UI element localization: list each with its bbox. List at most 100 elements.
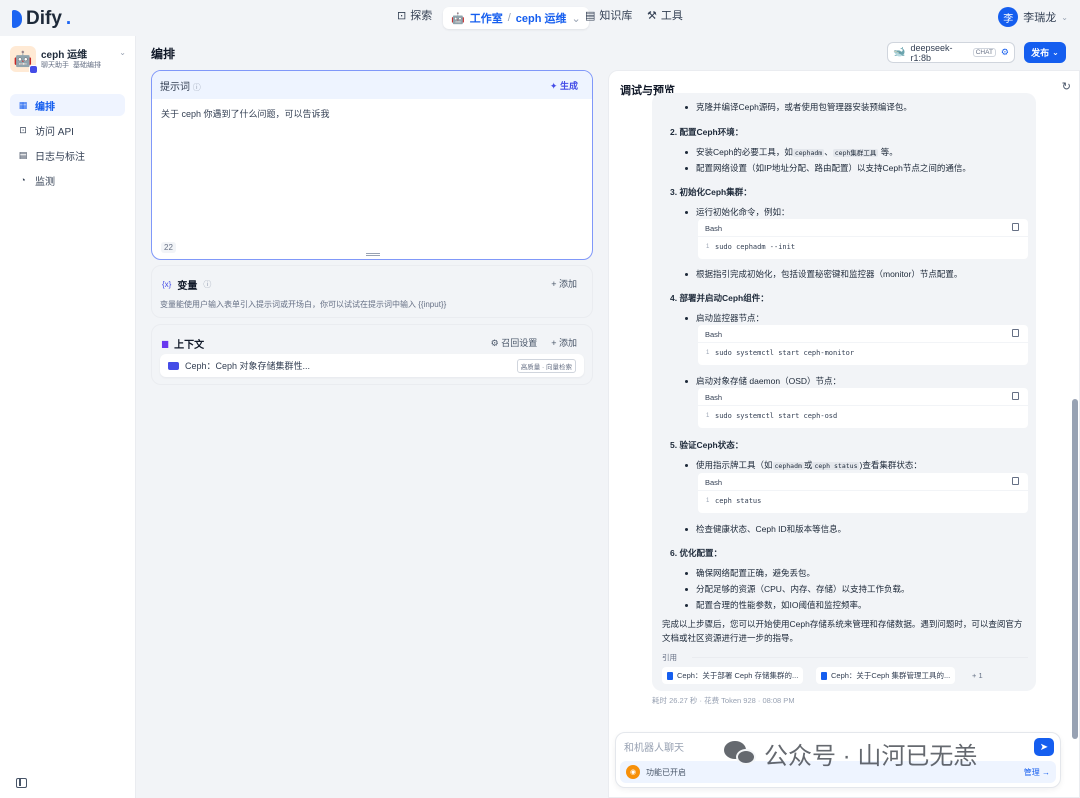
answer-line: 使用指示牌工具（如 cephadm 或 ceph status)查看集群状态： bbox=[696, 460, 922, 470]
sidebar-item-label: 日志与标注 bbox=[35, 151, 85, 163]
nav-explore[interactable]: ⊡ 探索 bbox=[397, 7, 432, 23]
answer-heading: 6. 优化配置： bbox=[670, 548, 722, 558]
manage-link[interactable]: 管理 → bbox=[1024, 767, 1050, 778]
brand-dot: . bbox=[65, 8, 72, 29]
model-mode-badge: CHAT bbox=[972, 48, 996, 57]
answer-heading: 4. 部署并启动Ceph组件： bbox=[670, 293, 769, 303]
user-name: 李瑞龙 bbox=[1023, 12, 1057, 24]
copy-icon[interactable] bbox=[1012, 329, 1019, 337]
sidebar-item-label: 访问 API bbox=[35, 126, 74, 138]
dataset-name: Ceph：Ceph 对象存储集群性... bbox=[185, 361, 311, 371]
answer-line: 根据指引完成初始化，包括设置秘密键和监控器（monitor）节点配置。 bbox=[696, 269, 963, 279]
add-label: 添加 bbox=[558, 338, 577, 348]
sparkle-icon: ✦ bbox=[549, 80, 558, 91]
app-info[interactable]: 🤖 ceph 运维 聊天助手 基础编排 ⌄ bbox=[10, 44, 128, 74]
answer-line: 安装Ceph的必要工具，如 cephadm、 ceph集群工具 等。 bbox=[696, 147, 898, 157]
citation-item[interactable]: Ceph：关于Ceph 集群管理工具的... bbox=[816, 667, 956, 684]
hammer-icon: ⚒ bbox=[647, 9, 657, 22]
code-text: sudo cephadm --init bbox=[715, 243, 796, 251]
copy-icon[interactable] bbox=[1012, 477, 1019, 485]
sidebar-item-label: 编排 bbox=[35, 101, 55, 113]
context-section: ▆ 上下文 ⚙ 召回设置 + 添加 Ceph：Ceph 对象存储集群性... 高… bbox=[151, 324, 593, 385]
variables-description: 变量能使用户输入表单引入提示词或开场白，你可以试试在提示词中输入 {{input… bbox=[160, 300, 447, 309]
citation-label-text: Ceph：关于部署 Ceph 存储集群的... bbox=[677, 671, 799, 680]
layout-icon: ▦ bbox=[18, 99, 28, 110]
generate-button[interactable]: ✦ 生成 bbox=[550, 79, 578, 92]
answer-line: 分配足够的资源（CPU、内存、存储）以支持工作负载。 bbox=[696, 584, 910, 594]
compass-icon: ⊡ bbox=[397, 9, 407, 22]
app-tag-chat: 聊天助手 bbox=[41, 62, 69, 69]
add-context-button[interactable]: + 添加 bbox=[551, 336, 577, 349]
sidebar-item-monitor[interactable]: ◔ 监测 bbox=[10, 169, 125, 191]
copy-icon[interactable] bbox=[1012, 223, 1019, 231]
publish-label: 发布 bbox=[1031, 48, 1050, 58]
terminal-icon: ⊡ bbox=[19, 124, 27, 135]
scrollbar-thumb[interactable] bbox=[1072, 399, 1078, 739]
debug-preview-panel: 调试与预览 ↻ 克隆并编译Ceph源码，或者使用包管理器安装预编译包。 2. 配… bbox=[608, 70, 1080, 798]
citation-item[interactable]: Ceph：关于部署 Ceph 存储集群的... bbox=[662, 667, 804, 684]
prompt-editor[interactable]: 提示词 ⓘ ✦ 生成 关于 ceph 你遇到了什么问题，可以告诉我 22 bbox=[151, 70, 593, 260]
dify-logo-mark bbox=[12, 10, 22, 28]
bullet bbox=[685, 167, 688, 170]
code-block: Bash 1 sudo systemctl start ceph-monitor bbox=[698, 325, 1028, 365]
line-number: 1 bbox=[706, 413, 710, 419]
answer-line: 克隆并编译Ceph源码，或者使用包管理器安装预编译包。 bbox=[696, 102, 912, 112]
book-icon: ▤ bbox=[585, 9, 596, 22]
add-label: 添加 bbox=[558, 279, 577, 289]
variables-title: 变量 bbox=[177, 281, 198, 292]
recall-settings-button[interactable]: ⚙ 召回设置 bbox=[491, 336, 538, 349]
prompt-title: 提示词 bbox=[160, 81, 190, 93]
answer-line: 配置合理的性能参数，如IO阈值和监控频率。 bbox=[696, 600, 867, 610]
chevron-down-icon[interactable]: ⌄ bbox=[572, 12, 581, 25]
model-selector[interactable]: 🐋 deepseek-r1:8b CHAT ⚙ bbox=[887, 42, 1015, 63]
help-icon[interactable]: ⓘ bbox=[193, 83, 201, 92]
nav-knowledge[interactable]: ▤ 知识库 bbox=[585, 7, 632, 23]
plus-icon: + bbox=[551, 279, 557, 289]
publish-button[interactable]: 发布 ⌄ bbox=[1024, 42, 1066, 63]
app-name: ceph 运维 bbox=[41, 50, 88, 61]
variables-section: {x} 变量 ⓘ + 添加 变量能使用户输入表单引入提示词或开场白，你可以试试在… bbox=[151, 265, 593, 318]
collapse-sidebar-icon[interactable] bbox=[16, 778, 27, 788]
bullet bbox=[685, 380, 688, 383]
line-number: 1 bbox=[706, 244, 710, 250]
plus-icon: + bbox=[551, 338, 557, 348]
user-menu[interactable]: 李 李瑞龙 ⌄ bbox=[998, 7, 1068, 27]
file-icon: ▆ bbox=[162, 339, 169, 348]
scrollbar[interactable] bbox=[1071, 103, 1079, 753]
page-title: 编排 bbox=[151, 47, 176, 61]
nav-studio[interactable]: 🤖 工作室 / ceph 运维 ⌄ bbox=[443, 7, 589, 29]
add-variable-button[interactable]: + 添加 bbox=[551, 277, 577, 290]
dashboard-icon: ◔ bbox=[20, 175, 26, 185]
code-text: sudo systemctl start ceph-osd bbox=[715, 412, 838, 420]
sidebar-item-orchestrate[interactable]: ▦ 编排 bbox=[10, 94, 125, 116]
dify-logo[interactable]: Dify. bbox=[12, 8, 71, 30]
citation-label: 引用 bbox=[662, 653, 677, 662]
copy-icon[interactable] bbox=[1012, 392, 1019, 400]
refresh-icon[interactable]: ↻ bbox=[1062, 80, 1071, 93]
send-button[interactable]: ➤ bbox=[1034, 738, 1054, 756]
resize-handle[interactable] bbox=[366, 253, 380, 256]
citation-label-text: Ceph：关于Ceph 集群管理工具的... bbox=[831, 671, 951, 680]
answer-line: 配置网络设置（如IP地址分配、路由配置）以支持Ceph节点之间的通信。 bbox=[696, 163, 971, 173]
prompt-text[interactable]: 关于 ceph 你遇到了什么问题，可以告诉我 bbox=[152, 99, 592, 128]
bullet bbox=[685, 151, 688, 154]
nav-app-label[interactable]: ceph 运维 bbox=[516, 10, 567, 26]
context-title: 上下文 bbox=[174, 340, 205, 351]
code-block: Bash 1 ceph status bbox=[698, 473, 1028, 513]
answer-heading: 3. 初始化Ceph集群： bbox=[670, 187, 752, 197]
deepseek-whale-icon: 🐋 bbox=[893, 47, 906, 58]
bullet bbox=[685, 528, 688, 531]
line-number: 1 bbox=[706, 498, 710, 504]
nav-tools[interactable]: ⚒ 工具 bbox=[647, 7, 683, 23]
sidebar-item-logs[interactable]: ▤ 日志与标注 bbox=[10, 144, 125, 166]
feature-status: 功能已开启 bbox=[646, 767, 686, 777]
bullet bbox=[685, 317, 688, 320]
folder-icon bbox=[168, 361, 179, 370]
code-text: ceph status bbox=[715, 497, 762, 505]
code-language: Bash bbox=[705, 224, 723, 233]
help-icon[interactable]: ⓘ bbox=[203, 279, 211, 290]
sidebar-item-api[interactable]: ⊡ 访问 API bbox=[10, 119, 125, 141]
citation-more[interactable]: + 1 bbox=[972, 671, 983, 680]
context-dataset-item[interactable]: Ceph：Ceph 对象存储集群性... 高质量 · 向量检索 bbox=[160, 354, 584, 377]
chevron-down-icon[interactable]: ⌄ bbox=[119, 48, 126, 57]
